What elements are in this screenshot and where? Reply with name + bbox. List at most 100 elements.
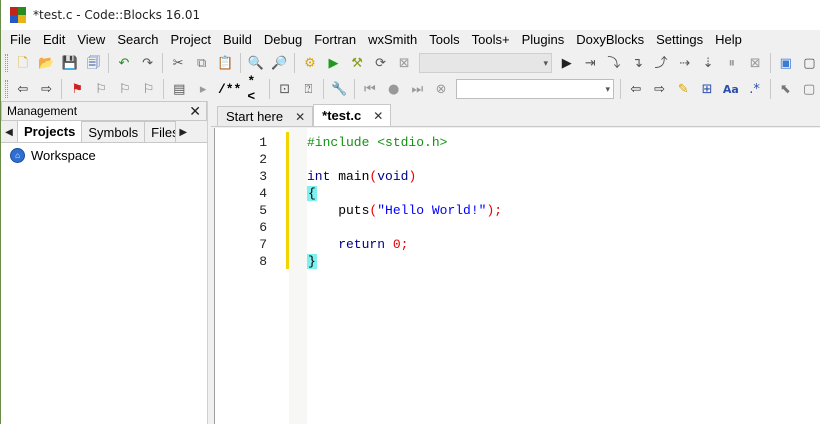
abort-icon[interactable]: ⊠ (394, 53, 414, 73)
undo-icon[interactable]: ↶ (114, 53, 134, 73)
search-next-icon[interactable]: ⇨ (650, 79, 670, 99)
next-line-icon[interactable]: ⤵ (604, 53, 624, 73)
step-out-icon[interactable]: ⤴ (651, 53, 671, 73)
number-literal: 0 (392, 237, 401, 252)
line-number: 2 (259, 152, 267, 167)
toggle-bookmark-icon[interactable]: ⚑ (67, 79, 87, 99)
step-instruction-icon[interactable]: ⇣ (698, 53, 718, 73)
toolbar-grip[interactable] (5, 54, 8, 72)
settings-tool-icon[interactable]: 🔧 (329, 79, 349, 99)
clear-bookmarks-icon[interactable]: ⚐ (139, 79, 159, 99)
save-icon[interactable]: 💾 (60, 53, 80, 73)
close-tab-icon[interactable]: ✕ (373, 109, 383, 123)
debug-info-icon[interactable]: ▢ (800, 53, 820, 73)
comment-icon[interactable]: ▤ (169, 79, 189, 99)
search-prev-icon[interactable]: ⇦ (626, 79, 646, 99)
next-bookmark-icon[interactable]: ⚐ (115, 79, 135, 99)
tree-item-workspace[interactable]: ⌂ Workspace (1, 146, 207, 164)
tab-symbols[interactable]: Symbols (81, 121, 146, 142)
close-tab-icon[interactable]: ✕ (295, 110, 305, 124)
toolbar-separator (162, 53, 164, 73)
return-keyword: return (307, 237, 386, 252)
build-and-run-icon[interactable]: ⚒ (347, 53, 367, 73)
build-gear-icon[interactable]: ⚙ (300, 53, 320, 73)
pointer-icon[interactable]: ⬉ (775, 79, 795, 99)
menu-settings[interactable]: Settings (650, 30, 709, 50)
doxy-line-comment-button[interactable]: *< (244, 74, 265, 104)
menu-view[interactable]: View (71, 30, 111, 50)
find-icon[interactable]: 🔍 (246, 53, 266, 73)
line-number: 6 (259, 220, 267, 235)
tab-start-here[interactable]: Start here ✕ (217, 106, 314, 126)
code-line-8: } (307, 253, 317, 270)
menu-debug[interactable]: Debug (258, 30, 308, 50)
next-instruction-icon[interactable]: ⇢ (675, 53, 695, 73)
cut-icon[interactable]: ✂ (168, 53, 188, 73)
editor-tabs: Start here ✕ *test.c ✕ (211, 101, 820, 127)
rebuild-icon[interactable]: ⟳ (371, 53, 391, 73)
doxy-block-comment-button[interactable]: /** (215, 82, 244, 97)
menu-doxyblocks[interactable]: DoxyBlocks (570, 30, 650, 50)
doxy-wizard-icon[interactable]: ⊡ (275, 79, 295, 99)
fold-margin[interactable] (289, 128, 307, 424)
breakpoint-icon[interactable]: ● (384, 79, 404, 99)
build-target-select[interactable]: ▾ (418, 53, 552, 73)
line-number: 8 (259, 254, 267, 269)
menu-help[interactable]: Help (709, 30, 748, 50)
menu-tools[interactable]: Tools (423, 30, 465, 50)
menu-search[interactable]: Search (111, 30, 164, 50)
replace-icon[interactable]: 🔎 (270, 53, 290, 73)
highlight-icon[interactable]: ✎ (674, 79, 694, 99)
pause-icon[interactable]: ⏸ (722, 53, 742, 73)
match-case-icon[interactable]: Aa (721, 79, 741, 99)
menu-edit[interactable]: Edit (37, 30, 71, 50)
paste-icon[interactable]: 📋 (215, 53, 235, 73)
tab-test-c[interactable]: *test.c ✕ (313, 104, 392, 126)
uncomment-icon[interactable]: ▸ (193, 79, 213, 99)
selected-text-only-icon[interactable]: ⊞ (697, 79, 717, 99)
string-literal: "Hello World!" (377, 203, 487, 218)
line-number: 7 (259, 237, 267, 252)
menu-file[interactable]: File (4, 30, 37, 50)
save-all-icon[interactable]: 🗐 (84, 53, 104, 73)
prev-bookmark-icon[interactable]: ⚐ (91, 79, 111, 99)
menu-project[interactable]: Project (165, 30, 217, 50)
tab-projects[interactable]: Projects (17, 120, 83, 142)
more-icon[interactable]: ▢ (799, 79, 819, 99)
step-into-icon[interactable]: ↴ (628, 53, 648, 73)
menu-fortran[interactable]: Fortran (308, 30, 362, 50)
menu-build[interactable]: Build (217, 30, 258, 50)
close-icon[interactable]: ✕ (189, 104, 201, 118)
new-file-icon[interactable]: 🗋 (13, 53, 33, 73)
toolbar-grip[interactable] (5, 80, 8, 98)
run-to-cursor-icon[interactable]: ⇥ (581, 53, 601, 73)
step-back-icon[interactable]: ⏮ (360, 79, 380, 99)
code-editor[interactable]: 1 2 3 4 5 6 7 8 #include <stdio.h> int m… (214, 128, 820, 424)
management-panel: Management ✕ ◀ Projects Symbols Files ▶ … (1, 101, 208, 424)
line-number: 3 (259, 169, 267, 184)
clear-search-icon[interactable]: ⊗ (431, 79, 451, 99)
redo-icon[interactable]: ↷ (138, 53, 158, 73)
run-icon[interactable]: ▶ (324, 53, 344, 73)
debug-start-icon[interactable]: ▶ (557, 53, 577, 73)
jump-forward-icon[interactable]: ⇨ (37, 79, 57, 99)
tab-label: *test.c (322, 108, 362, 123)
copy-icon[interactable]: ⧉ (192, 53, 212, 73)
tab-files[interactable]: Files (144, 121, 177, 142)
tab-scroll-left-icon[interactable]: ◀ (1, 122, 17, 142)
menu-wxsmith[interactable]: wxSmith (362, 30, 423, 50)
toolbar-separator (294, 53, 296, 73)
menu-plugins[interactable]: Plugins (516, 30, 571, 50)
debug-windows-icon[interactable]: ▣ (776, 53, 796, 73)
stop-debug-icon[interactable]: ⊠ (745, 53, 765, 73)
step-over-icon[interactable]: ⏭ (407, 79, 427, 99)
management-header: Management ✕ (1, 101, 207, 121)
incremental-search-input[interactable]: ▾ (455, 79, 615, 99)
menu-tools-plus[interactable]: Tools+ (466, 30, 516, 50)
help-icon[interactable]: ⍰ (299, 79, 319, 99)
open-brace: { (307, 186, 317, 201)
jump-back-icon[interactable]: ⇦ (13, 79, 33, 99)
open-folder-icon[interactable]: 📂 (37, 53, 57, 73)
regex-icon[interactable]: .* (745, 79, 765, 99)
tab-scroll-right-icon[interactable]: ▶ (175, 122, 191, 142)
